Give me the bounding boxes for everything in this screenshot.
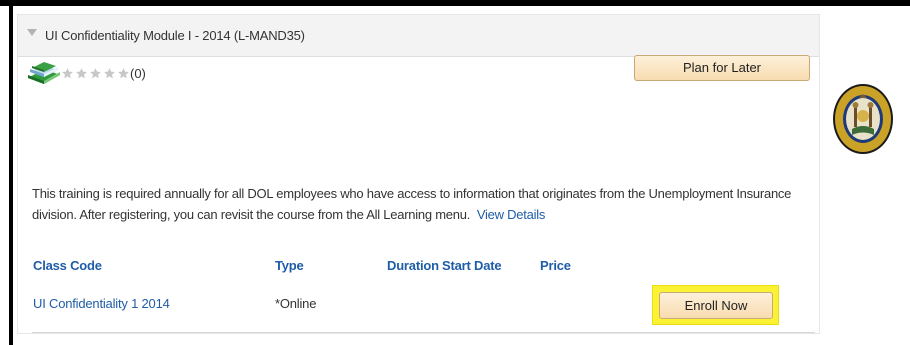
nys-dol-seal-logo [833, 84, 893, 154]
window-frame-top [0, 0, 910, 6]
star-icon[interactable] [75, 67, 88, 80]
class-type: *Online [275, 296, 317, 311]
plan-for-later-button[interactable]: Plan for Later [634, 55, 810, 81]
star-icon[interactable] [61, 67, 74, 80]
rating-count: (0) [130, 66, 146, 81]
window-frame-left [9, 6, 13, 345]
course-description-text: This training is required annually for a… [32, 186, 792, 222]
view-details-link[interactable]: View Details [477, 207, 546, 222]
books-icon [28, 62, 60, 84]
class-code-link[interactable]: UI Confidentiality 1 2014 [33, 296, 170, 311]
star-icon[interactable] [103, 67, 116, 80]
column-header-class-code[interactable]: Class Code [33, 258, 102, 273]
column-header-type[interactable]: Type [275, 258, 304, 273]
column-header-start-date[interactable]: Start Date [442, 258, 502, 273]
enroll-now-button[interactable]: Enroll Now [659, 292, 773, 319]
table-row-divider [32, 332, 815, 333]
star-icon[interactable] [89, 67, 102, 80]
course-title: UI Confidentiality Module I - 2014 (L-MA… [45, 28, 305, 43]
course-header[interactable]: UI Confidentiality Module I - 2014 (L-MA… [18, 15, 819, 57]
column-header-price[interactable]: Price [540, 258, 571, 273]
rating-stars[interactable] [61, 61, 131, 85]
course-description: This training is required annually for a… [32, 183, 822, 225]
star-icon[interactable] [117, 67, 130, 80]
column-header-duration[interactable]: Duration [387, 258, 439, 273]
collapse-triangle-icon[interactable] [27, 29, 37, 36]
